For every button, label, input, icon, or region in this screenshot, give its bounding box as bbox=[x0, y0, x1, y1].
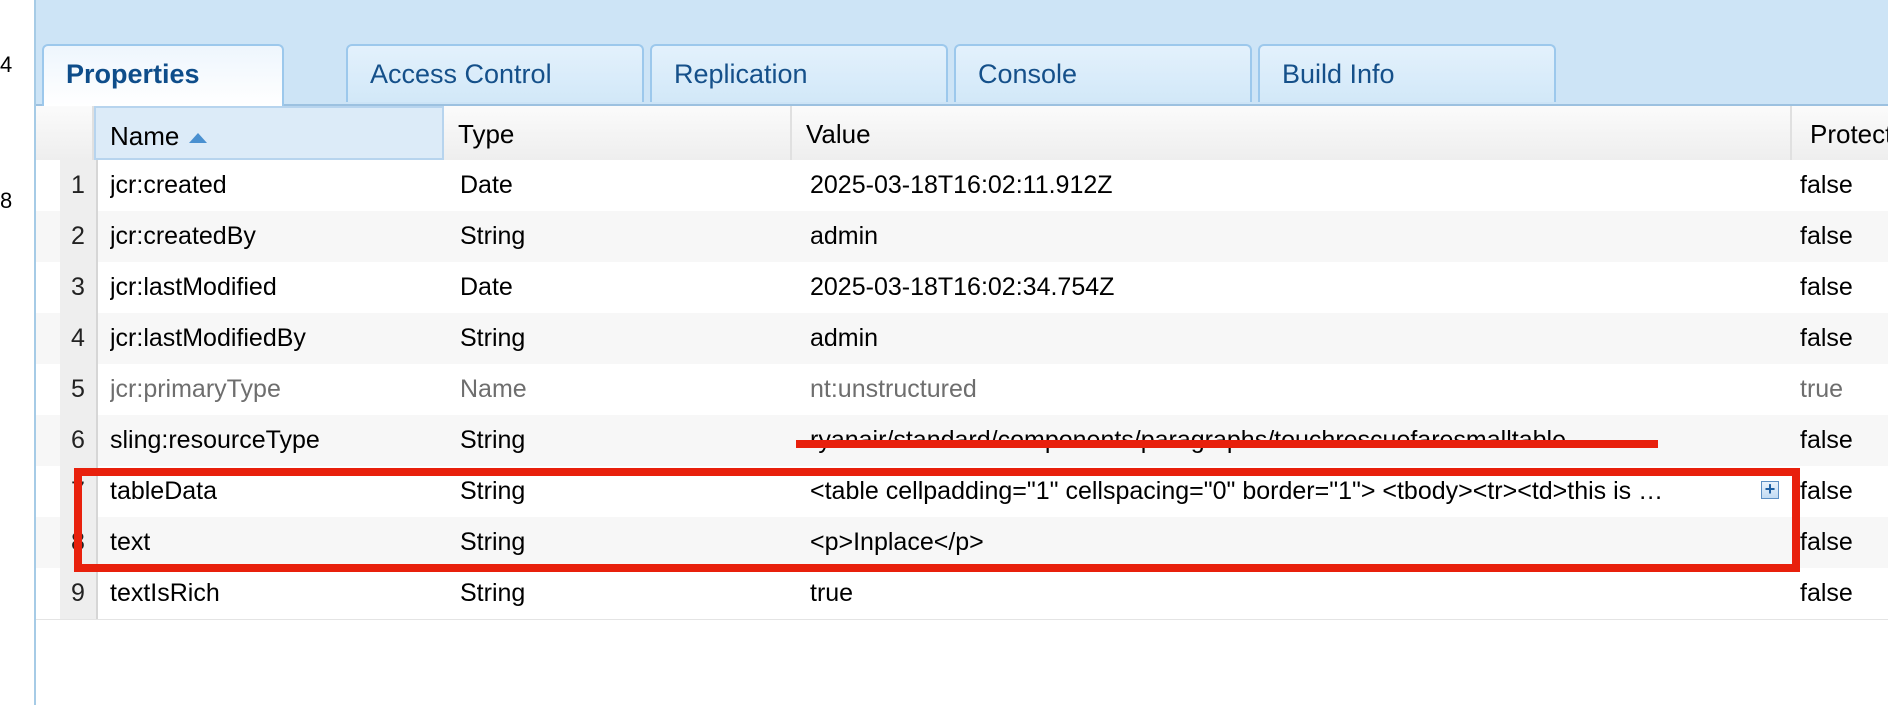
row-number: 2 bbox=[60, 211, 98, 262]
gutter-number: 8 bbox=[0, 188, 13, 213]
property-name: jcr:lastModified bbox=[110, 273, 277, 301]
property-type: String bbox=[460, 324, 526, 352]
gutter-number: 4 bbox=[0, 52, 13, 77]
property-value[interactable]: true bbox=[810, 568, 853, 619]
property-protected: false bbox=[1800, 579, 1853, 607]
tab-strip: Properties Access Control Replication Co… bbox=[36, 40, 1888, 106]
property-protected: false bbox=[1800, 324, 1853, 352]
property-protected: false bbox=[1800, 222, 1853, 250]
property-type: Date bbox=[460, 171, 513, 199]
tab-access-control[interactable]: Access Control bbox=[346, 44, 644, 102]
property-protected: false bbox=[1800, 528, 1853, 556]
row-number: 3 bbox=[60, 262, 98, 313]
property-protected: false bbox=[1800, 426, 1853, 454]
property-protected: false bbox=[1800, 171, 1853, 199]
property-type: String bbox=[460, 579, 526, 607]
property-value[interactable]: admin bbox=[810, 313, 878, 364]
tab-build-info[interactable]: Build Info bbox=[1258, 44, 1556, 102]
table-row[interactable]: 5 jcr:primaryType Name nt:unstructured t… bbox=[36, 364, 1888, 416]
property-type: String bbox=[460, 426, 526, 454]
property-value[interactable]: 2025-03-18T16:02:34.754Z bbox=[810, 262, 1114, 313]
table-row[interactable]: 2 jcr:createdBy String admin false bbox=[36, 211, 1888, 263]
column-header-name-label: Name bbox=[110, 121, 180, 151]
column-header-protected[interactable]: Protect bbox=[1792, 106, 1888, 160]
column-header-name[interactable]: Name bbox=[94, 106, 444, 160]
rownum-header bbox=[36, 106, 94, 160]
column-header-type[interactable]: Type bbox=[444, 106, 792, 160]
property-value[interactable]: 2025-03-18T16:02:11.912Z bbox=[810, 160, 1113, 211]
row-number: 6 bbox=[60, 415, 98, 466]
property-value: nt:unstructured bbox=[810, 375, 977, 403]
property-name: jcr:lastModifiedBy bbox=[110, 324, 306, 352]
property-protected: false bbox=[1800, 477, 1853, 505]
table-row[interactable]: 9 textIsRich String true false bbox=[36, 568, 1888, 620]
row-number: 5 bbox=[60, 364, 98, 415]
properties-grid-header: Name Type Value Protect bbox=[36, 106, 1888, 161]
table-row[interactable]: 4 jcr:lastModifiedBy String admin false bbox=[36, 313, 1888, 365]
row-number: 1 bbox=[60, 160, 98, 211]
tab-replication[interactable]: Replication bbox=[650, 44, 948, 102]
property-protected: false bbox=[1800, 273, 1853, 301]
top-toolbar bbox=[36, 0, 1888, 41]
property-value[interactable]: admin bbox=[810, 211, 878, 262]
property-type: Name bbox=[460, 375, 527, 403]
left-gutter: 4 8 bbox=[0, 0, 36, 705]
property-name: jcr:createdBy bbox=[110, 222, 256, 250]
property-name: jcr:created bbox=[110, 171, 227, 199]
property-type: String bbox=[460, 222, 526, 250]
row-number: 9 bbox=[60, 568, 98, 619]
highlight-annotation-box bbox=[74, 468, 1800, 572]
tab-console[interactable]: Console bbox=[954, 44, 1252, 102]
property-name: sling:resourceType bbox=[110, 426, 320, 454]
table-row[interactable]: 1 jcr:created Date 2025-03-18T16:02:11.9… bbox=[36, 160, 1888, 212]
column-header-value[interactable]: Value bbox=[792, 106, 1792, 160]
property-protected: true bbox=[1800, 375, 1844, 403]
tab-properties[interactable]: Properties bbox=[42, 44, 284, 106]
row-number: 4 bbox=[60, 313, 98, 364]
sort-ascending-icon bbox=[189, 133, 208, 144]
property-name: jcr:primaryType bbox=[110, 375, 281, 403]
redaction-strike-line bbox=[796, 440, 1658, 448]
table-row[interactable]: 3 jcr:lastModified Date 2025-03-18T16:02… bbox=[36, 262, 1888, 314]
property-type: Date bbox=[460, 273, 513, 301]
property-name: textIsRich bbox=[110, 579, 220, 607]
